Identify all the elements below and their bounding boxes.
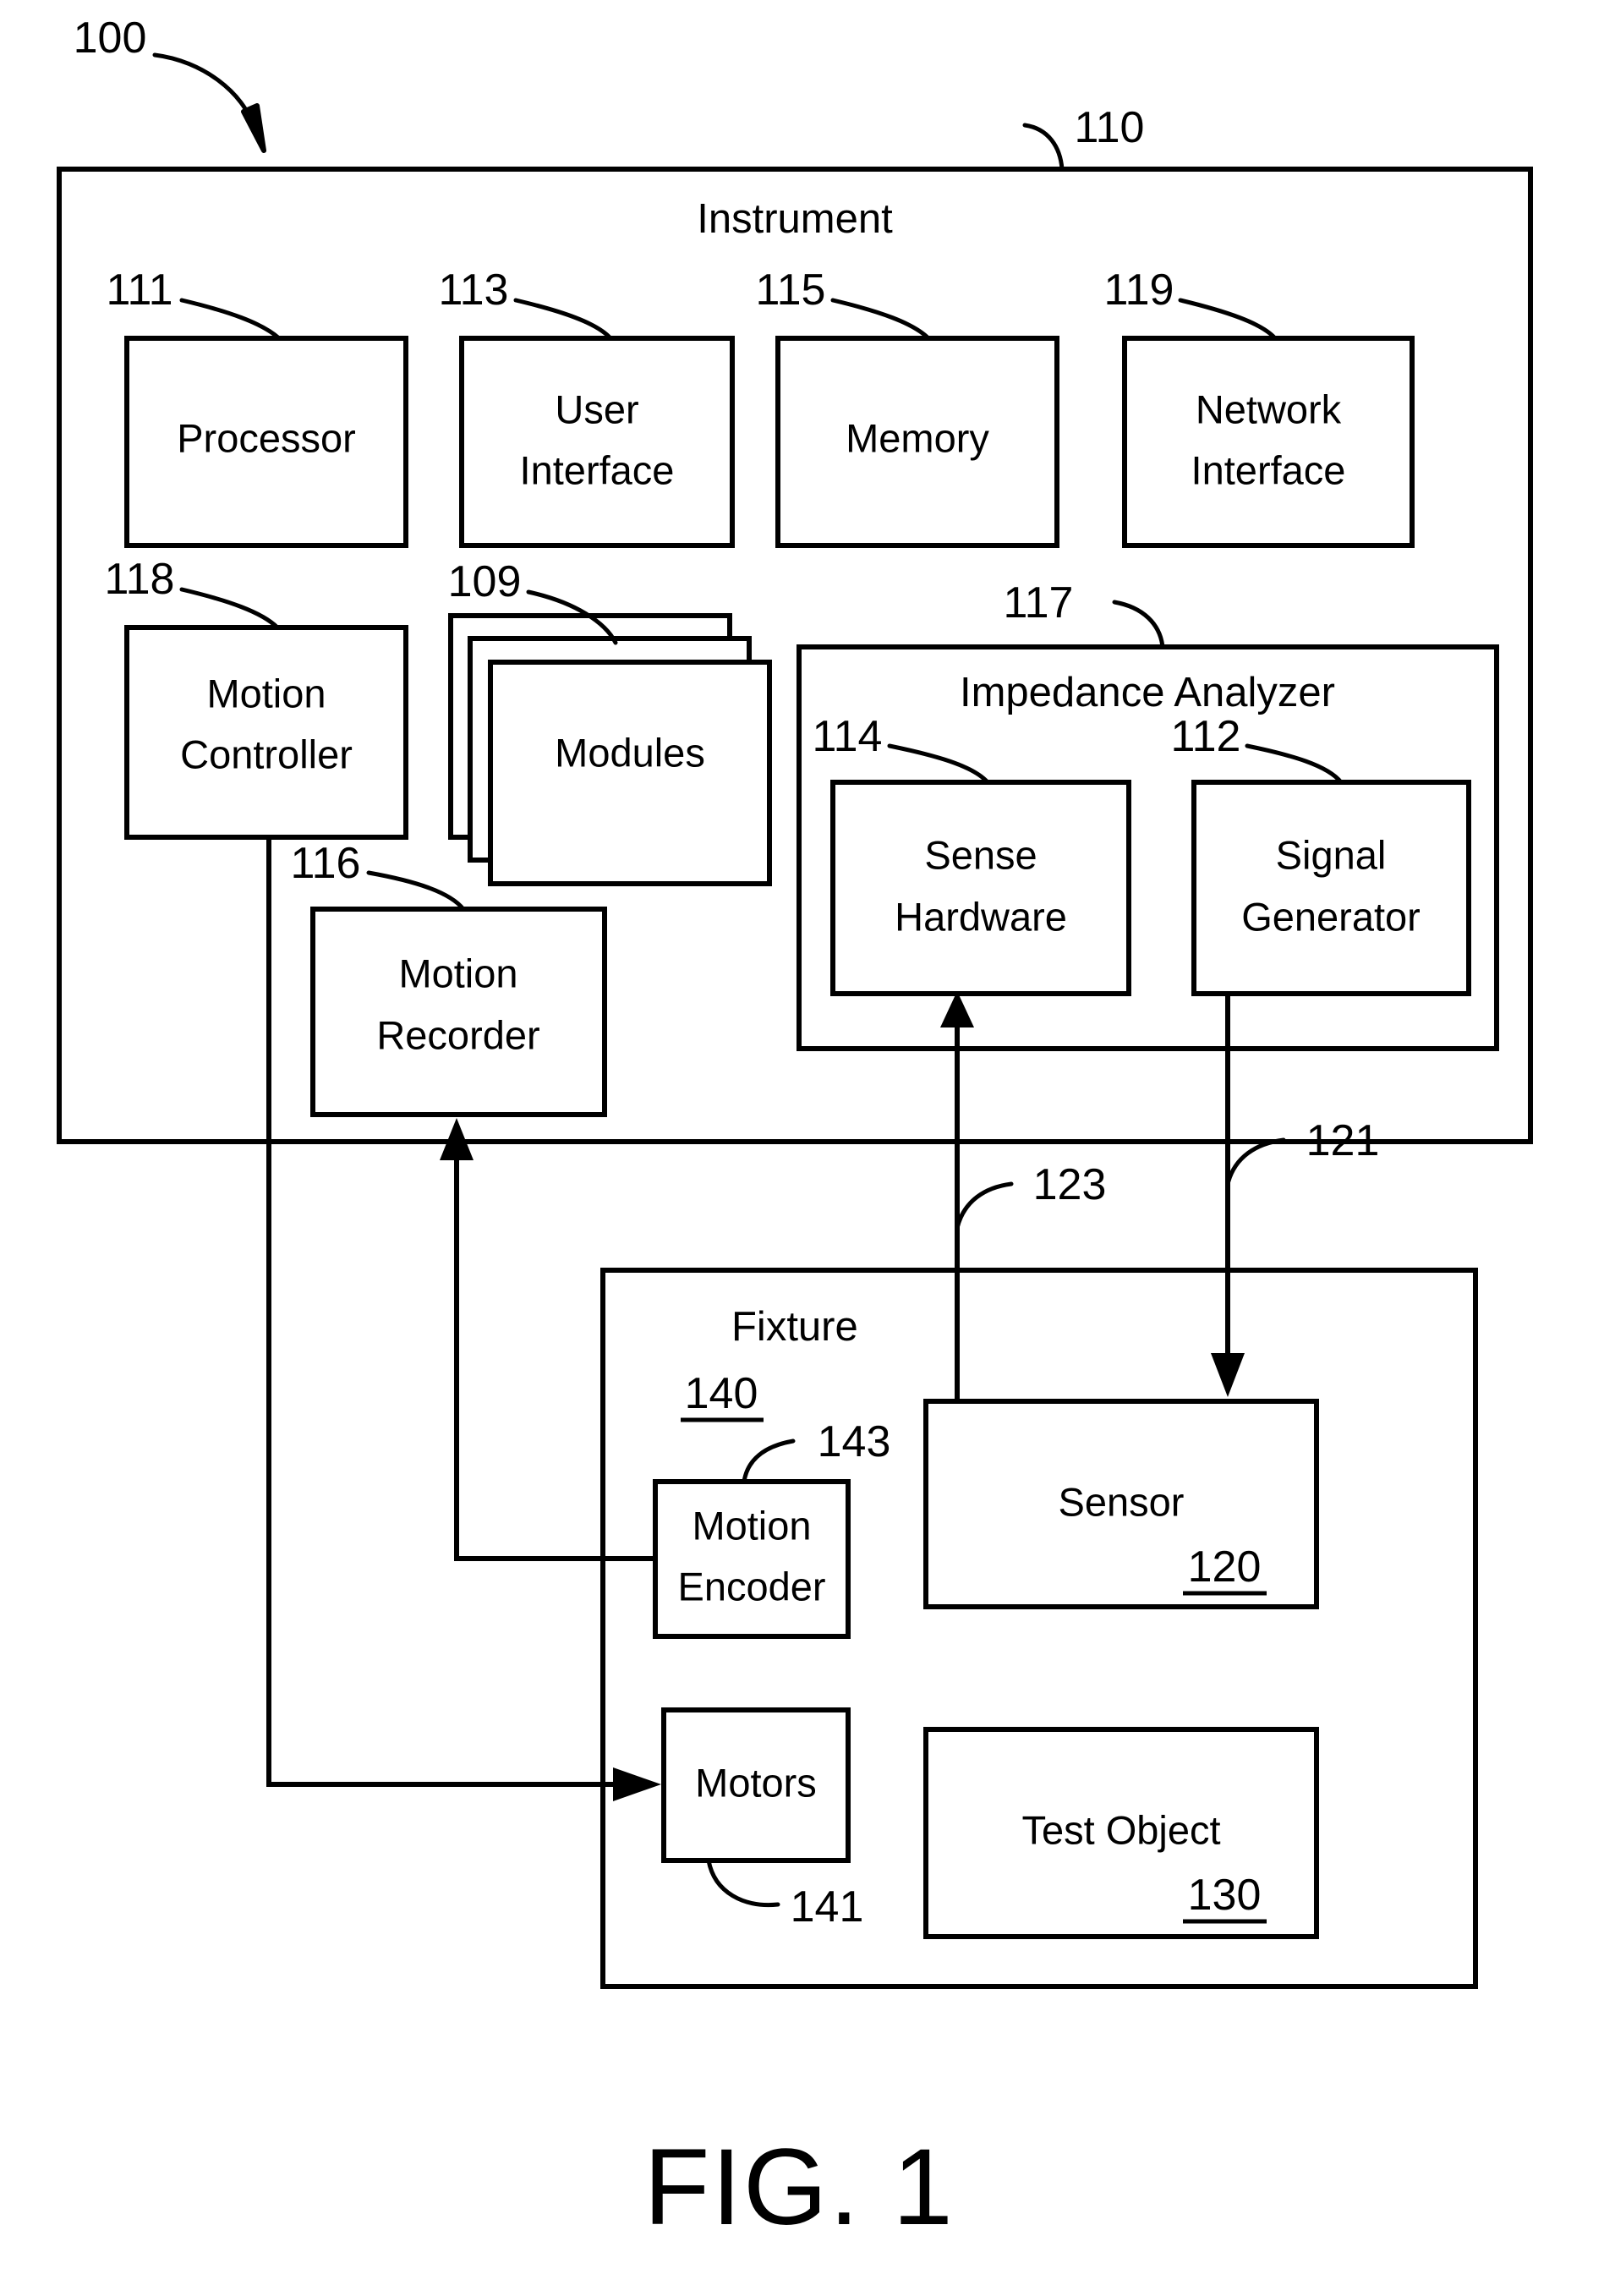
connection-123-leader <box>955 1181 1014 1230</box>
connection-motion-encoder-to-motion-recorder <box>440 1118 655 1561</box>
motion-controller-ref-leader <box>179 587 280 630</box>
sensor-ref-number: 120 <box>1188 1543 1262 1592</box>
sense-hardware-label-line1: Sense <box>924 832 1037 877</box>
memory-ref-number: 115 <box>756 266 826 315</box>
motors-label: Motors <box>695 1760 817 1805</box>
processor-label: Processor <box>177 415 356 460</box>
motion-encoder-label-line2: Encoder <box>677 1564 825 1608</box>
sense-hardware-ref-number: 114 <box>813 712 883 761</box>
test-object-label: Test Object <box>1021 1807 1220 1852</box>
motion-encoder-ref-leader <box>742 1438 796 1484</box>
motion-encoder-label-line1: Motion <box>692 1503 811 1548</box>
motion-controller-ref-number: 118 <box>105 555 175 604</box>
connection-sensor-to-sense-hardware <box>940 991 974 1401</box>
impedance-analyzer-ref-number: 117 <box>1004 578 1074 627</box>
user-interface-box[interactable] <box>459 336 735 548</box>
signal-generator-label-line2: Generator <box>1241 894 1421 939</box>
impedance-analyzer-title: Impedance Analyzer <box>960 670 1335 715</box>
network-interface-box[interactable] <box>1122 336 1415 548</box>
motors-ref-number: 141 <box>791 1882 864 1932</box>
user-interface-label-line2: Interface <box>520 447 675 492</box>
motion-recorder-ref-number: 116 <box>291 839 361 888</box>
test-object-ref-number: 130 <box>1188 1871 1262 1920</box>
motion-controller-label-line2: Controller <box>180 732 353 776</box>
connection-121-ref-number: 121 <box>1306 1116 1380 1165</box>
sensor-label: Sensor <box>1059 1479 1185 1524</box>
processor-ref-number: 111 <box>106 266 172 315</box>
network-interface-ref-number: 119 <box>1104 266 1174 315</box>
signal-generator-ref-number: 112 <box>1171 712 1241 761</box>
motion-recorder-label-line1: Motion <box>398 951 517 995</box>
user-interface-ref-leader <box>513 298 613 341</box>
network-interface-label-line2: Interface <box>1191 447 1346 492</box>
system-ref-number: 100 <box>74 14 147 63</box>
instrument-ref-number: 110 <box>1075 103 1145 152</box>
figure-caption: FIG. 1 <box>643 2127 955 2248</box>
motion-encoder-ref-number: 143 <box>818 1417 891 1466</box>
motion-recorder-label-line2: Recorder <box>376 1012 539 1057</box>
signal-generator-box[interactable] <box>1191 780 1471 996</box>
impedance-analyzer-ref-leader <box>1112 600 1165 649</box>
sense-hardware-box[interactable] <box>830 780 1131 996</box>
signal-generator-ref-leader <box>1245 743 1344 785</box>
fixture-ref-number: 140 <box>685 1369 758 1418</box>
memory-ref-leader <box>830 298 931 341</box>
network-interface-label-line1: Network <box>1196 386 1342 431</box>
processor-ref-leader <box>179 298 282 341</box>
figure-canvas: 100 110 Instrument Processor 111 User In… <box>57 14 1533 2248</box>
fixture-title: Fixture <box>731 1304 858 1350</box>
instrument-ref-leader <box>1022 123 1065 172</box>
motion-controller-label-line1: Motion <box>206 671 326 715</box>
connection-121-leader <box>1225 1137 1286 1186</box>
modules-label: Modules <box>555 730 705 775</box>
user-interface-label-line1: User <box>555 386 638 431</box>
motors-ref-leader <box>706 1858 780 1908</box>
connection-123-ref-number: 123 <box>1033 1160 1107 1209</box>
network-interface-ref-leader <box>1178 298 1278 341</box>
patent-figure-1: 100 110 Instrument Processor 111 User In… <box>0 0 1604 2296</box>
connection-signal-generator-to-sensor <box>1211 994 1245 1397</box>
memory-label: Memory <box>846 415 989 460</box>
modules-stack[interactable]: Modules <box>448 613 772 886</box>
user-interface-ref-number: 113 <box>439 266 509 315</box>
system-ref-leader <box>152 52 266 153</box>
signal-generator-label-line1: Signal <box>1276 832 1387 877</box>
instrument-title: Instrument <box>697 196 893 242</box>
sense-hardware-label-line2: Hardware <box>895 894 1067 939</box>
motion-recorder-ref-leader <box>366 870 466 912</box>
modules-ref-number: 109 <box>448 557 522 606</box>
sense-hardware-ref-leader <box>887 743 990 785</box>
